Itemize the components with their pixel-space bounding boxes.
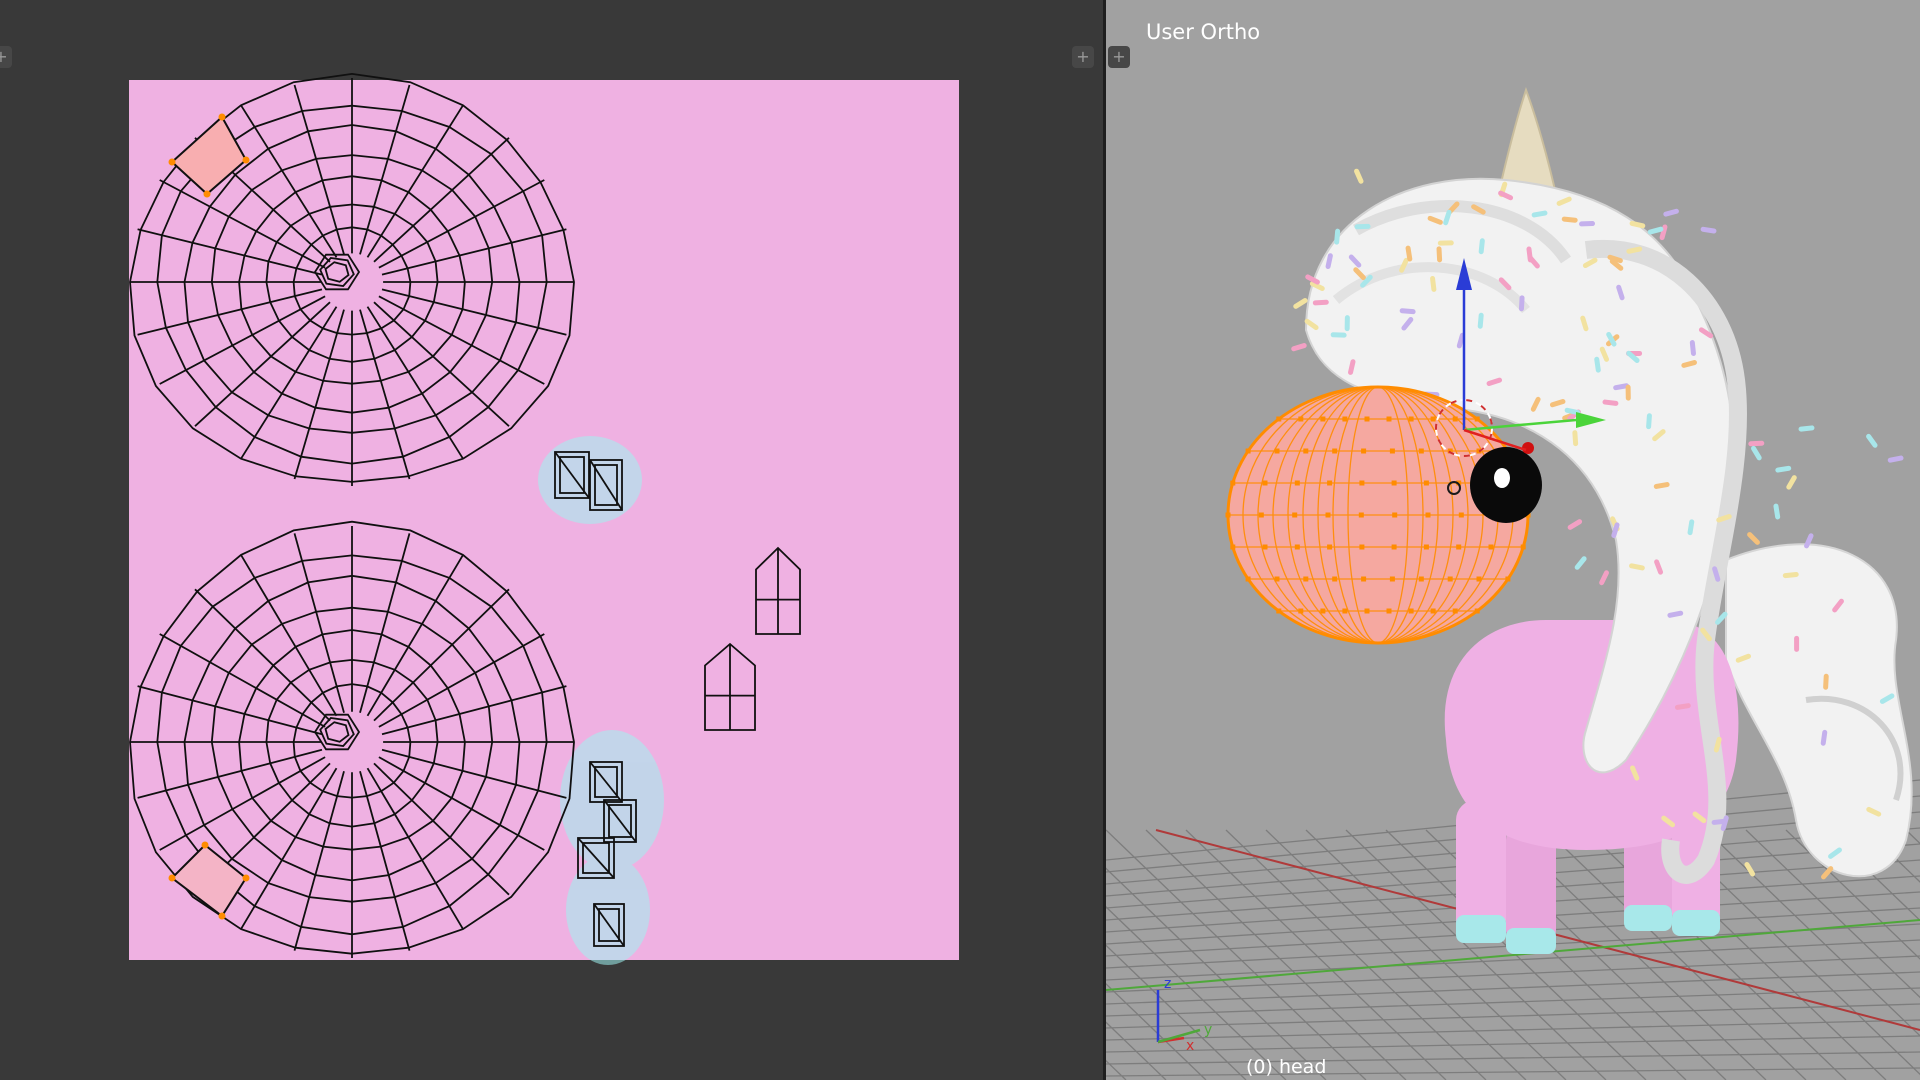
hoof	[1624, 905, 1672, 931]
gizmo-x-label: x	[1186, 1038, 1194, 1054]
view-label: User Ortho	[1146, 20, 1261, 44]
viewport-canvas[interactable]: z x y	[1106, 0, 1920, 1080]
area-split-widget[interactable]: +	[0, 46, 12, 68]
active-object-label: (0) head	[1246, 1056, 1327, 1078]
3d-viewport[interactable]: z x y + User Ortho (0) head	[1106, 0, 1920, 1080]
gizmo-y-label: y	[1204, 1022, 1212, 1038]
uv-texture-image	[129, 80, 959, 960]
uv-editor-area[interactable]: + +	[0, 0, 1103, 1080]
unicorn-model[interactable]	[1225, 87, 1913, 954]
hoof	[1456, 915, 1506, 943]
area-split-widget[interactable]: +	[1108, 46, 1130, 68]
uv-canvas[interactable]	[0, 0, 1103, 1080]
gizmo-z-label: z	[1164, 976, 1171, 992]
hoof	[1506, 928, 1556, 954]
hoof	[1672, 910, 1720, 936]
area-split-widget[interactable]: +	[1072, 46, 1094, 68]
